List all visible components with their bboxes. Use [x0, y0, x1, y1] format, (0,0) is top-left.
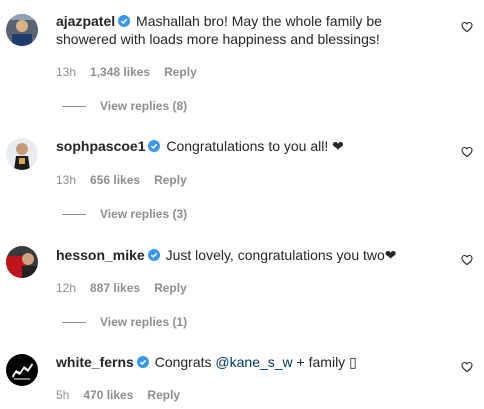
comment-text: sophpascoe1 Congratulations to you all! …	[56, 137, 446, 155]
replies-divider	[62, 106, 86, 108]
verified-badge-icon	[118, 15, 131, 27]
comment-meta: 5h 470 likes Reply	[56, 388, 194, 402]
comment-body-end: + family ▯	[292, 354, 357, 370]
verified-badge-icon	[147, 249, 160, 261]
heart-outline-icon[interactable]	[461, 254, 473, 266]
comment-body: Just lovely, congratulations you two❤	[165, 247, 397, 263]
view-replies-label: View replies (1)	[100, 315, 188, 329]
comment-time[interactable]: 13h	[56, 173, 76, 187]
reply-button[interactable]: Reply	[154, 281, 187, 295]
view-replies-label: View replies (3)	[100, 207, 188, 221]
comment-text: white_ferns Congrats @kane_s_w + family …	[56, 353, 446, 371]
comment-likes[interactable]: 887 likes	[90, 281, 140, 295]
comment-likes[interactable]: 656 likes	[90, 173, 140, 187]
comment-username[interactable]: ajazpatel	[56, 13, 115, 29]
comment-meta: 12h 887 likes Reply	[56, 281, 201, 295]
comment-username[interactable]: hesson_mike	[56, 247, 145, 263]
heart-outline-icon[interactable]	[461, 146, 473, 158]
verified-badge-icon	[136, 356, 149, 368]
view-replies-button[interactable]: View replies (1)	[62, 315, 187, 329]
comment-time[interactable]: 5h	[56, 388, 69, 402]
avatar[interactable]	[6, 246, 38, 278]
replies-divider	[62, 214, 86, 216]
replies-divider	[62, 322, 86, 324]
comment-text: ajazpatel Mashallah bro! May the whole f…	[56, 12, 446, 48]
view-replies-button[interactable]: View replies (8)	[62, 99, 187, 113]
avatar-image	[6, 14, 38, 46]
comment-time[interactable]: 12h	[56, 281, 76, 295]
reply-button[interactable]: Reply	[154, 173, 187, 187]
avatar-image	[6, 246, 38, 278]
heart-outline-icon[interactable]	[461, 21, 473, 33]
comment-text: hesson_mike Just lovely, congratulations…	[56, 246, 446, 264]
comment-item: white_ferns Congrats @kane_s_w + family …	[0, 346, 484, 409]
avatar-image	[6, 354, 38, 386]
comment-username[interactable]: sophpascoe1	[56, 138, 145, 154]
comment-meta: 13h 1,348 likes Reply	[56, 65, 211, 79]
comment-body-start: Congrats	[154, 354, 216, 370]
reply-button[interactable]: Reply	[147, 388, 180, 402]
comment-likes[interactable]: 1,348 likes	[90, 65, 150, 79]
avatar[interactable]	[6, 354, 38, 386]
mention-link[interactable]: @kane_s_w	[215, 354, 292, 370]
heart-outline-icon[interactable]	[461, 361, 473, 373]
avatar[interactable]	[6, 138, 38, 170]
comment-meta: 13h 656 likes Reply	[56, 173, 201, 187]
reply-button[interactable]: Reply	[164, 65, 197, 79]
avatar[interactable]	[6, 14, 38, 46]
comment-item: hesson_mike Just lovely, congratulations…	[0, 238, 484, 338]
comment-item: ajazpatel Mashallah bro! May the whole f…	[0, 0, 484, 113]
comment-username[interactable]: white_ferns	[56, 354, 134, 370]
view-replies-label: View replies (8)	[100, 99, 188, 113]
view-replies-button[interactable]: View replies (3)	[62, 207, 187, 221]
comment-item: sophpascoe1 Congratulations to you all! …	[0, 130, 484, 230]
comment-likes[interactable]: 470 likes	[83, 388, 133, 402]
comment-time[interactable]: 13h	[56, 65, 76, 79]
verified-badge-icon	[148, 140, 161, 152]
comment-body: Congratulations to you all! ❤	[166, 138, 344, 154]
avatar-image	[6, 138, 38, 170]
